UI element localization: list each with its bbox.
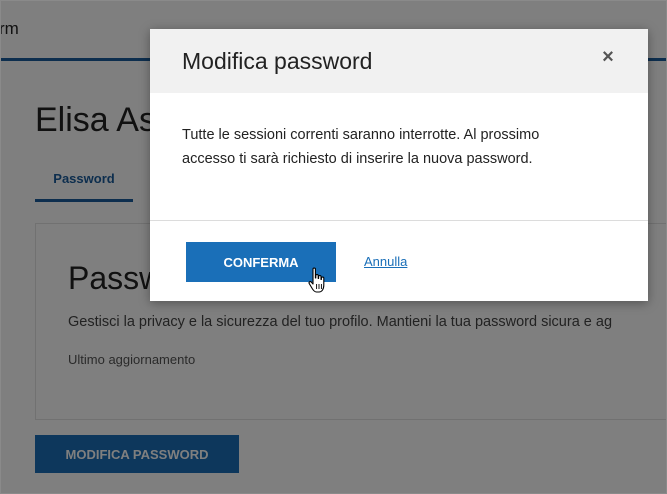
dialog-message-line-1: Tutte le sessioni correnti saranno inter… <box>182 127 540 143</box>
dialog-message-line-2: accesso ti sarà richiesto di inserire la… <box>182 151 533 167</box>
dialog-title: Modifica password <box>182 48 373 74</box>
dialog-message: Tutte le sessioni correnti saranno inter… <box>182 123 622 171</box>
hand-pointer-cursor-icon <box>308 267 325 293</box>
dialog-divider <box>150 220 648 221</box>
dialog-header: Modifica password × <box>150 29 648 93</box>
change-password-dialog: Modifica password × Tutte le sessioni co… <box>150 29 648 301</box>
app-frame: rm Elisa As Password Passw Gestisci la p… <box>0 0 667 494</box>
cancel-link[interactable]: Annulla <box>364 254 407 269</box>
close-icon[interactable]: × <box>598 47 618 67</box>
